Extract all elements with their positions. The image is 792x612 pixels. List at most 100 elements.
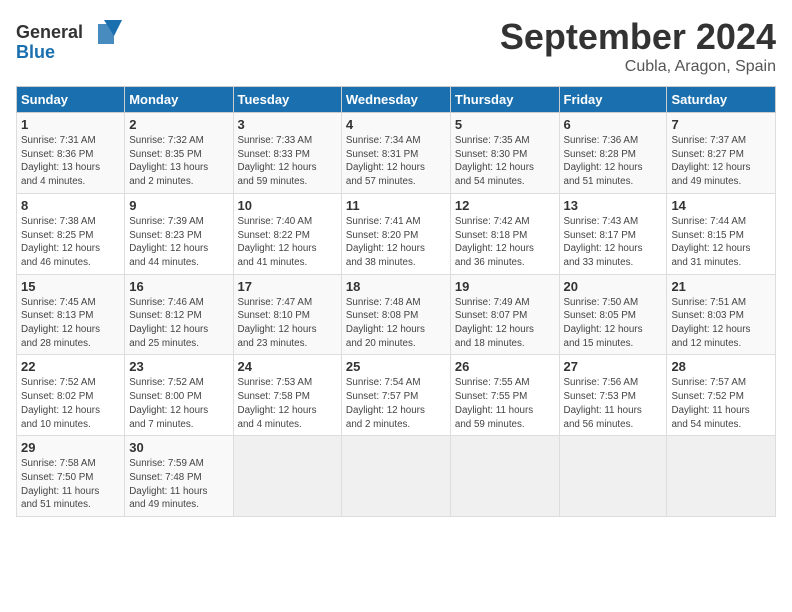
day-info: Sunrise: 7:52 AM Sunset: 8:02 PM Dayligh… — [21, 376, 120, 431]
col-monday: Monday — [125, 87, 233, 113]
day-number: 27 — [564, 359, 663, 374]
calendar-cell: 10Sunrise: 7:40 AM Sunset: 8:22 PM Dayli… — [233, 193, 341, 274]
day-number: 19 — [455, 279, 555, 294]
day-number: 26 — [455, 359, 555, 374]
location-subtitle: Cubla, Aragon, Spain — [500, 58, 776, 76]
day-info: Sunrise: 7:43 AM Sunset: 8:17 PM Dayligh… — [564, 215, 663, 270]
day-info: Sunrise: 7:48 AM Sunset: 8:08 PM Dayligh… — [346, 296, 446, 351]
day-info: Sunrise: 7:50 AM Sunset: 8:05 PM Dayligh… — [564, 296, 663, 351]
calendar-cell — [667, 436, 776, 517]
calendar-cell: 6Sunrise: 7:36 AM Sunset: 8:28 PM Daylig… — [559, 113, 667, 194]
col-friday: Friday — [559, 87, 667, 113]
calendar-week-row: 8Sunrise: 7:38 AM Sunset: 8:25 PM Daylig… — [17, 193, 776, 274]
day-number: 15 — [21, 279, 120, 294]
day-number: 25 — [346, 359, 446, 374]
day-info: Sunrise: 7:36 AM Sunset: 8:28 PM Dayligh… — [564, 134, 663, 189]
day-number: 17 — [238, 279, 337, 294]
page-header: General Blue September 2024 Cubla, Arago… — [16, 16, 776, 76]
day-number: 21 — [671, 279, 771, 294]
logo-svg: General Blue — [16, 16, 126, 64]
col-thursday: Thursday — [450, 87, 559, 113]
calendar-cell: 1Sunrise: 7:31 AM Sunset: 8:36 PM Daylig… — [17, 113, 125, 194]
day-number: 30 — [129, 440, 228, 455]
day-number: 11 — [346, 198, 446, 213]
day-info: Sunrise: 7:32 AM Sunset: 8:35 PM Dayligh… — [129, 134, 228, 189]
page-container: General Blue September 2024 Cubla, Arago… — [0, 0, 792, 525]
logo: General Blue — [16, 16, 126, 69]
calendar-cell: 9 Sunrise: 7:39 AM Sunset: 8:23 PM Daylig… — [125, 193, 233, 274]
calendar-cell: 12 Sunrise: 7:42 AM Sunset: 8:18 PM Dayli… — [450, 193, 559, 274]
day-info: Sunrise: 7:53 AM Sunset: 7:58 PM Dayligh… — [238, 376, 337, 431]
svg-text:Blue: Blue — [16, 42, 55, 62]
day-number: 3 — [238, 117, 337, 132]
month-title: September 2024 — [500, 16, 776, 58]
day-info: Sunrise: 7:56 AM Sunset: 7:53 PM Dayligh… — [564, 376, 663, 431]
svg-text:General: General — [16, 22, 83, 42]
calendar-cell: 17 Sunrise: 7:47 AM Sunset: 8:10 PM Dayli… — [233, 274, 341, 355]
calendar-week-row: 29 Sunrise: 7:58 AM Sunset: 7:50 PM Dayli… — [17, 436, 776, 517]
day-info: Sunrise: 7:52 AM Sunset: 8:00 PM Dayligh… — [129, 376, 228, 431]
day-number: 20 — [564, 279, 663, 294]
day-number: 13 — [564, 198, 663, 213]
col-sunday: Sunday — [17, 87, 125, 113]
day-info: Sunrise: 7:49 AM Sunset: 8:07 PM Dayligh… — [455, 296, 555, 351]
day-info: Sunrise: 7:47 AM Sunset: 8:10 PM Dayligh… — [238, 296, 337, 351]
calendar-cell: 18 Sunrise: 7:48 AM Sunset: 8:08 PM Dayli… — [341, 274, 450, 355]
calendar-cell: 19 Sunrise: 7:49 AM Sunset: 8:07 PM Dayli… — [450, 274, 559, 355]
calendar-cell: 30 Sunrise: 7:59 AM Sunset: 7:48 PM Dayli… — [125, 436, 233, 517]
calendar-week-row: 22 Sunrise: 7:52 AM Sunset: 8:02 PM Dayli… — [17, 355, 776, 436]
calendar-cell: 26 Sunrise: 7:55 AM Sunset: 7:55 PM Dayli… — [450, 355, 559, 436]
day-number: 29 — [21, 440, 120, 455]
day-info: Sunrise: 7:41 AM Sunset: 8:20 PM Dayligh… — [346, 215, 446, 270]
calendar-cell: 29 Sunrise: 7:58 AM Sunset: 7:50 PM Dayli… — [17, 436, 125, 517]
day-number: 12 — [455, 198, 555, 213]
calendar-cell: 16 Sunrise: 7:46 AM Sunset: 8:12 PM Dayli… — [125, 274, 233, 355]
day-number: 18 — [346, 279, 446, 294]
day-info: Sunrise: 7:34 AM Sunset: 8:31 PM Dayligh… — [346, 134, 446, 189]
day-info: Sunrise: 7:55 AM Sunset: 7:55 PM Dayligh… — [455, 376, 555, 431]
day-number: 9 — [129, 198, 228, 213]
calendar-cell: 14 Sunrise: 7:44 AM Sunset: 8:15 PM Dayli… — [667, 193, 776, 274]
calendar-cell: 7 Sunrise: 7:37 AM Sunset: 8:27 PM Daylig… — [667, 113, 776, 194]
header-row: Sunday Monday Tuesday Wednesday Thursday… — [17, 87, 776, 113]
day-info: Sunrise: 7:51 AM Sunset: 8:03 PM Dayligh… — [671, 296, 771, 351]
day-info: Sunrise: 7:59 AM Sunset: 7:48 PM Dayligh… — [129, 457, 228, 512]
calendar-body: 1Sunrise: 7:31 AM Sunset: 8:36 PM Daylig… — [17, 113, 776, 517]
calendar-cell: 2Sunrise: 7:32 AM Sunset: 8:35 PM Daylig… — [125, 113, 233, 194]
calendar-cell: 15Sunrise: 7:45 AM Sunset: 8:13 PM Dayli… — [17, 274, 125, 355]
calendar-cell: 5Sunrise: 7:35 AM Sunset: 8:30 PM Daylig… — [450, 113, 559, 194]
day-number: 16 — [129, 279, 228, 294]
calendar-table: Sunday Monday Tuesday Wednesday Thursday… — [16, 86, 776, 517]
day-number: 22 — [21, 359, 120, 374]
calendar-cell: 8Sunrise: 7:38 AM Sunset: 8:25 PM Daylig… — [17, 193, 125, 274]
col-wednesday: Wednesday — [341, 87, 450, 113]
title-block: September 2024 Cubla, Aragon, Spain — [500, 16, 776, 76]
day-info: Sunrise: 7:42 AM Sunset: 8:18 PM Dayligh… — [455, 215, 555, 270]
calendar-cell — [559, 436, 667, 517]
day-info: Sunrise: 7:54 AM Sunset: 7:57 PM Dayligh… — [346, 376, 446, 431]
calendar-cell: 24 Sunrise: 7:53 AM Sunset: 7:58 PM Dayli… — [233, 355, 341, 436]
day-info: Sunrise: 7:38 AM Sunset: 8:25 PM Dayligh… — [21, 215, 120, 270]
calendar-cell — [450, 436, 559, 517]
day-number: 14 — [671, 198, 771, 213]
day-info: Sunrise: 7:58 AM Sunset: 7:50 PM Dayligh… — [21, 457, 120, 512]
calendar-cell: 13 Sunrise: 7:43 AM Sunset: 8:17 PM Dayli… — [559, 193, 667, 274]
calendar-cell — [341, 436, 450, 517]
day-info: Sunrise: 7:46 AM Sunset: 8:12 PM Dayligh… — [129, 296, 228, 351]
day-info: Sunrise: 7:44 AM Sunset: 8:15 PM Dayligh… — [671, 215, 771, 270]
col-tuesday: Tuesday — [233, 87, 341, 113]
day-info: Sunrise: 7:37 AM Sunset: 8:27 PM Dayligh… — [671, 134, 771, 189]
day-number: 24 — [238, 359, 337, 374]
day-number: 7 — [671, 117, 771, 132]
col-saturday: Saturday — [667, 87, 776, 113]
calendar-week-row: 15Sunrise: 7:45 AM Sunset: 8:13 PM Dayli… — [17, 274, 776, 355]
calendar-cell: 27 Sunrise: 7:56 AM Sunset: 7:53 PM Dayli… — [559, 355, 667, 436]
day-number: 4 — [346, 117, 446, 132]
calendar-cell: 21 Sunrise: 7:51 AM Sunset: 8:03 PM Dayli… — [667, 274, 776, 355]
day-number: 10 — [238, 198, 337, 213]
calendar-cell: 25 Sunrise: 7:54 AM Sunset: 7:57 PM Dayli… — [341, 355, 450, 436]
calendar-cell — [233, 436, 341, 517]
day-number: 23 — [129, 359, 228, 374]
day-number: 1 — [21, 117, 120, 132]
day-info: Sunrise: 7:39 AM Sunset: 8:23 PM Dayligh… — [129, 215, 228, 270]
